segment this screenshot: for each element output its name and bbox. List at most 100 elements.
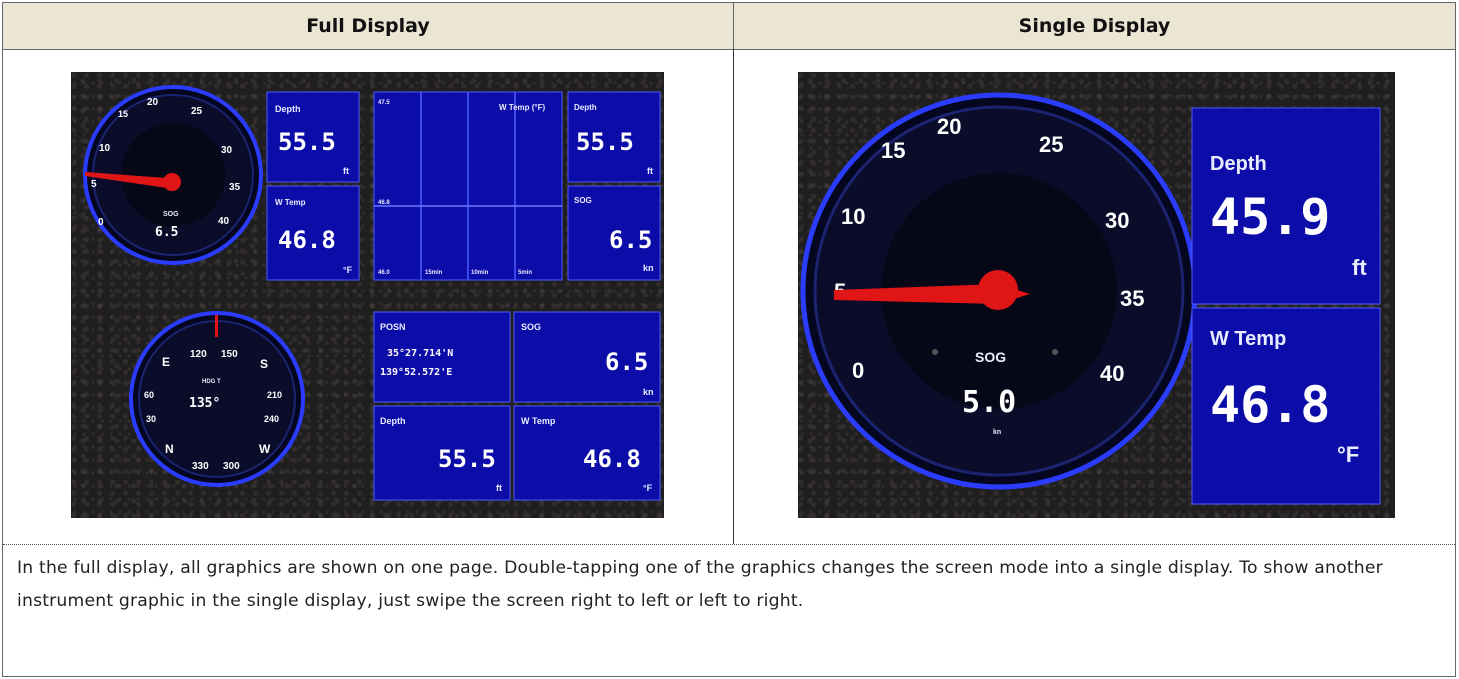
dial-tick: 25 [1039, 132, 1063, 157]
compass-label: 330 [192, 461, 209, 472]
panel-label: SOG [521, 322, 541, 332]
heading-marker [215, 315, 218, 337]
graph-mid-value: 46.8 [378, 200, 390, 206]
dial-tick: 30 [221, 145, 233, 156]
dial-tick: 10 [99, 143, 111, 154]
depth-panel-single[interactable]: Depth 45.9 ft [1191, 107, 1381, 305]
dial-value: 5.0 [962, 385, 1016, 420]
dial-tick: 15 [118, 109, 128, 119]
posn-lon: 139°52.572'E [380, 367, 452, 378]
compass-label: 60 [144, 390, 154, 400]
single-display-screenshot: 15 20 25 10 30 5 35 0 40 SOG 5.0 kn Dept… [798, 72, 1395, 518]
wtemp-panel-3[interactable]: W Temp 46.8 °F [513, 405, 661, 501]
compass-hdg-label: HDG T [202, 379, 221, 385]
compass-label: S [260, 357, 268, 371]
sog-panel-3[interactable]: SOG 6.5 kn [513, 311, 661, 403]
needle-hub [978, 270, 1018, 310]
full-display-screenshot: 15 20 25 10 30 5 35 0 40 SOG 6.5 Depth 5… [71, 72, 664, 518]
dial-tick: 35 [229, 182, 241, 193]
needle-hub [163, 173, 181, 191]
compass-value: 135° [189, 396, 220, 411]
compass-label: 210 [267, 390, 282, 400]
wtemp-graph-panel[interactable]: 47.5 W Temp (°F) 46.8 46.0 15min 10min 5… [373, 91, 563, 281]
compass-label: 120 [190, 349, 207, 360]
panel-unit: °F [1337, 442, 1359, 467]
panel-value: 6.5 [609, 226, 652, 254]
compass-label: N [165, 442, 174, 456]
panel-value: 55.5 [576, 128, 634, 156]
sog-dial-small: 15 20 25 10 30 5 35 0 40 SOG 6.5 [83, 85, 263, 265]
dial-tick: 15 [881, 138, 905, 163]
panel-value: 45.9 [1210, 188, 1330, 246]
compass-label: 300 [223, 461, 240, 472]
depth-panel-2[interactable]: Depth 55.5 ft [567, 91, 661, 183]
wtemp-panel-single[interactable]: W Temp 46.8 °F [1191, 307, 1381, 505]
panel-unit: kn [643, 387, 654, 397]
dial-tick: 20 [147, 97, 159, 108]
panel-value: 46.8 [278, 226, 336, 254]
dial-tick: 35 [1120, 286, 1144, 311]
instrument-display-table: Full Display Single Display 15 20 25 10 … [2, 2, 1456, 677]
dial-tick: 5 [91, 179, 97, 190]
dial-tick: 10 [841, 204, 865, 229]
graph-top-value: 47.5 [378, 100, 390, 106]
compass-label: 30 [146, 414, 156, 424]
heading-compass: 120 150 E S 60 210 30 240 N W 330 300 HD… [129, 311, 305, 487]
wtemp-panel-1[interactable]: W Temp 46.8 °F [266, 185, 360, 281]
panel-unit: ft [343, 166, 349, 176]
dial-unit: kn [993, 429, 1001, 436]
panel-unit: ft [1352, 255, 1367, 280]
panel-label: W Temp [275, 198, 306, 207]
dial-tick: 0 [852, 358, 864, 383]
panel-value: 55.5 [278, 128, 336, 156]
column-divider [733, 49, 734, 544]
panel-value: 6.5 [605, 348, 648, 376]
graph-x-label: 15min [425, 270, 443, 276]
panel-value: 55.5 [438, 445, 496, 473]
dial-tick: 25 [191, 106, 203, 117]
dial-dot [932, 349, 938, 355]
header-single-display: Single Display [734, 3, 1455, 50]
row-divider [3, 544, 1455, 545]
panel-unit: ft [496, 483, 502, 493]
header-full-display: Full Display [3, 3, 734, 50]
sog-panel-2[interactable]: SOG 6.5 kn [567, 185, 661, 281]
panel-label: SOG [574, 196, 592, 205]
panel-label: Depth [574, 103, 597, 112]
compass-label: E [162, 355, 170, 369]
graph-x-label: 10min [471, 270, 489, 276]
compass-label: W [259, 442, 271, 456]
dial-tick: 40 [218, 216, 230, 227]
dial-tick: 0 [98, 217, 104, 228]
panel-label: Depth [380, 416, 406, 426]
dial-tick: 20 [937, 114, 961, 139]
panel-value: 46.8 [1210, 376, 1330, 434]
graph-x-label: 5min [518, 270, 532, 276]
dial-label: SOG [163, 211, 179, 218]
dial-dot [1052, 349, 1058, 355]
compass-label: 150 [221, 349, 238, 360]
panel-label: Depth [275, 104, 301, 114]
posn-lat: 35°27.714'N [387, 348, 453, 359]
depth-panel-3[interactable]: Depth 55.5 ft [373, 405, 511, 501]
panel-value: 46.8 [583, 445, 641, 473]
position-panel[interactable]: POSN 35°27.714'N 139°52.572'E [373, 311, 511, 403]
dial-tick: 30 [1105, 208, 1129, 233]
graph-title: W Temp (°F) [499, 103, 545, 112]
panel-label: POSN [380, 322, 406, 332]
dial-tick: 40 [1100, 361, 1124, 386]
dial-label: SOG [975, 349, 1006, 365]
panel-label: W Temp [1210, 328, 1286, 350]
panel-unit: °F [343, 265, 353, 275]
panel-unit: °F [643, 483, 653, 493]
graph-bottom-value: 46.0 [378, 270, 390, 276]
depth-panel-1[interactable]: Depth 55.5 ft [266, 91, 360, 183]
dial-value: 6.5 [155, 225, 178, 240]
panel-unit: ft [647, 166, 653, 176]
panel-label: Depth [1210, 153, 1267, 175]
caption-text: In the full display, all graphics are sh… [17, 558, 1383, 611]
sog-dial-large[interactable]: 15 20 25 10 30 5 35 0 40 SOG 5.0 kn [800, 92, 1198, 490]
panel-unit: kn [643, 263, 654, 273]
compass-label: 240 [264, 414, 279, 424]
panel-label: W Temp [521, 416, 556, 426]
